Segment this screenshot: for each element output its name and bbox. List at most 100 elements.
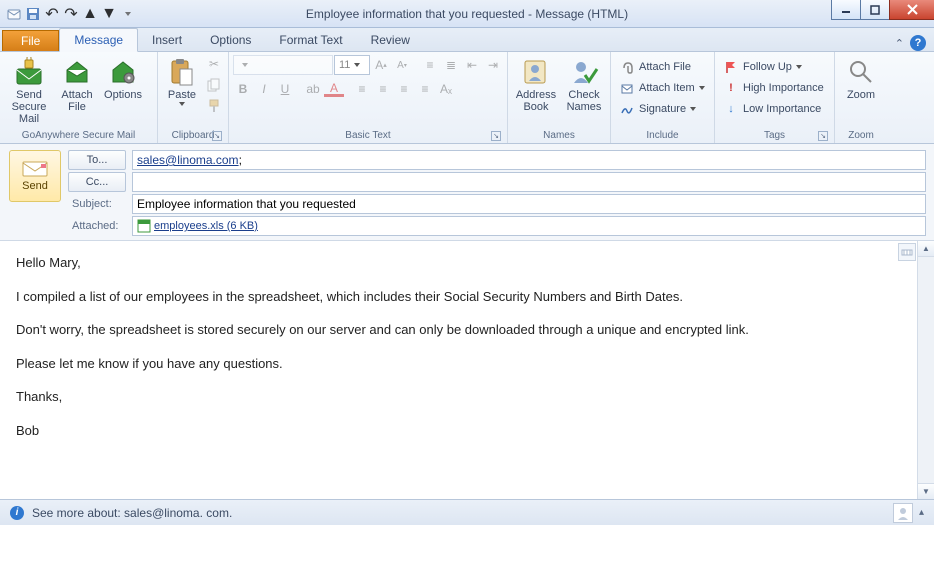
attach-file-button[interactable]: Attach File <box>615 58 709 76</box>
scroll-up-icon[interactable]: ▲ <box>918 241 934 257</box>
body-line: Don't worry, the spreadsheet is stored s… <box>16 320 918 340</box>
undo-icon[interactable]: ↶ <box>44 6 60 22</box>
people-pane-toggle-icon[interactable]: ▴ <box>919 507 924 518</box>
group-zoom: Zoom Zoom <box>835 52 887 143</box>
ruler-toggle-icon[interactable] <box>898 243 916 261</box>
line-spacing-icon[interactable]: ≡ <box>415 79 435 99</box>
title-bar: ↶ ↷ ▲ ▼ Employee information that you re… <box>0 0 934 28</box>
attached-label: Attached: <box>68 220 126 232</box>
signature-button[interactable]: Signature <box>615 100 709 118</box>
indent-icon[interactable]: ⇥ <box>483 55 503 75</box>
body-scrollbar[interactable]: ▲ ▼ <box>917 241 934 499</box>
attached-field[interactable]: employees.xls (6 KB) <box>132 216 926 236</box>
attach-file-secure-button[interactable]: Attach File <box>56 54 98 115</box>
high-importance-button[interactable]: ! High Importance <box>719 79 828 97</box>
zoom-button[interactable]: Zoom <box>839 54 883 103</box>
tab-options[interactable]: Options <box>196 29 265 51</box>
body-line: Please let me know if you have any quest… <box>16 354 918 374</box>
ribbon-tabs: File Message Insert Options Format Text … <box>0 28 934 52</box>
align-left-icon[interactable]: ≡ <box>352 79 372 99</box>
follow-up-button[interactable]: Follow Up <box>719 58 828 76</box>
tab-insert[interactable]: Insert <box>138 29 196 51</box>
bullets-icon[interactable]: ≡ <box>420 55 440 75</box>
bold-icon[interactable]: B <box>233 79 253 99</box>
contact-photo-icon[interactable] <box>893 503 913 523</box>
attach-item-button[interactable]: Attach Item <box>615 79 709 97</box>
low-importance-icon: ↓ <box>723 101 739 117</box>
group-label-include: Include <box>615 129 710 143</box>
save-icon[interactable] <box>25 6 41 22</box>
maximize-button[interactable] <box>860 0 890 20</box>
outdent-icon[interactable]: ⇤ <box>462 55 482 75</box>
cut-icon[interactable]: ✂ <box>204 54 224 74</box>
tab-review[interactable]: Review <box>357 29 424 51</box>
font-size-combo[interactable]: 11 <box>334 55 370 75</box>
align-right-icon[interactable]: ≡ <box>394 79 414 99</box>
tags-launcher-icon[interactable]: ↘ <box>818 131 828 141</box>
group-tags: Follow Up ! High Importance ↓ Low Import… <box>715 52 835 143</box>
high-importance-icon: ! <box>723 80 739 96</box>
paste-button[interactable]: Paste <box>162 54 202 108</box>
options-secure-button[interactable]: Options <box>100 54 146 103</box>
font-family-combo[interactable] <box>233 55 333 75</box>
font-color-icon[interactable]: A <box>324 81 344 97</box>
address-book-icon <box>520 56 552 88</box>
to-field[interactable]: sales@linoma.com; <box>132 150 926 170</box>
send-secure-mail-button[interactable]: Send Secure Mail <box>4 54 54 127</box>
cc-button[interactable]: Cc... <box>68 172 126 192</box>
clear-formatting-icon[interactable]: Aₓ <box>436 79 456 99</box>
clipboard-launcher-icon[interactable]: ↘ <box>212 131 222 141</box>
address-book-button[interactable]: Address Book <box>512 54 560 115</box>
numbering-icon[interactable]: ≣ <box>441 55 461 75</box>
basic-text-launcher-icon[interactable]: ↘ <box>491 131 501 141</box>
cc-field[interactable] <box>132 172 926 192</box>
body-line: Hello Mary, <box>16 253 918 273</box>
window-title: Employee information that you requested … <box>0 7 934 21</box>
copy-icon[interactable] <box>204 75 224 95</box>
collapse-ribbon-icon[interactable]: ⌃ <box>895 37 904 50</box>
grow-font-icon[interactable]: A▴ <box>371 55 391 75</box>
attach-file-secure-label: Attach File <box>58 89 96 113</box>
group-clipboard: Paste ✂ Clipboard↘ <box>158 52 229 143</box>
tab-file[interactable]: File <box>2 30 59 51</box>
subject-field[interactable]: Employee information that you requested <box>132 194 926 214</box>
redo-icon[interactable]: ↷ <box>63 6 79 22</box>
paste-dropdown-icon[interactable] <box>179 102 185 106</box>
format-painter-icon[interactable] <box>204 96 224 116</box>
tab-message[interactable]: Message <box>59 28 138 52</box>
subject-label: Subject: <box>68 198 126 210</box>
flag-icon <box>723 59 739 75</box>
highlight-icon[interactable]: ab <box>303 79 323 99</box>
group-goanywhere: Send Secure Mail Attach File Options GoA… <box>0 52 158 143</box>
group-label-zoom: Zoom <box>839 129 883 143</box>
underline-icon[interactable]: U <box>275 79 295 99</box>
paste-label: Paste <box>168 89 196 101</box>
align-center-icon[interactable]: ≡ <box>373 79 393 99</box>
zoom-icon <box>845 56 877 88</box>
info-icon: i <box>10 506 24 520</box>
group-include: Attach File Attach Item Signature <box>611 52 715 143</box>
minimize-button[interactable] <box>831 0 861 20</box>
group-label-clipboard: Clipboard↘ <box>162 129 224 143</box>
envelope-gear-icon <box>107 56 139 88</box>
scroll-down-icon[interactable]: ▼ <box>918 483 934 499</box>
lock-envelope-icon <box>13 56 45 88</box>
group-label-names: Names <box>512 129 606 143</box>
address-book-label: Address Book <box>514 89 558 113</box>
send-button[interactable]: Send <box>9 150 61 202</box>
shrink-font-icon[interactable]: A▾ <box>392 55 412 75</box>
qat-more-icon[interactable] <box>120 6 136 22</box>
next-icon: ▼ <box>101 6 117 22</box>
message-body[interactable]: Hello Mary, I compiled a list of our emp… <box>0 241 934 499</box>
low-importance-button[interactable]: ↓ Low Importance <box>719 100 828 118</box>
close-button[interactable] <box>889 0 934 20</box>
attachment-chip[interactable]: employees.xls (6 KB) <box>137 219 258 233</box>
check-names-label: Check Names <box>564 89 604 113</box>
italic-icon[interactable]: I <box>254 79 274 99</box>
check-names-button[interactable]: Check Names <box>562 54 606 115</box>
tab-format-text[interactable]: Format Text <box>265 29 356 51</box>
to-button[interactable]: To... <box>68 150 126 170</box>
attach-item-icon <box>619 80 635 96</box>
status-text[interactable]: See more about: sales@linoma. com. <box>32 506 232 520</box>
help-icon[interactable]: ? <box>910 35 926 51</box>
